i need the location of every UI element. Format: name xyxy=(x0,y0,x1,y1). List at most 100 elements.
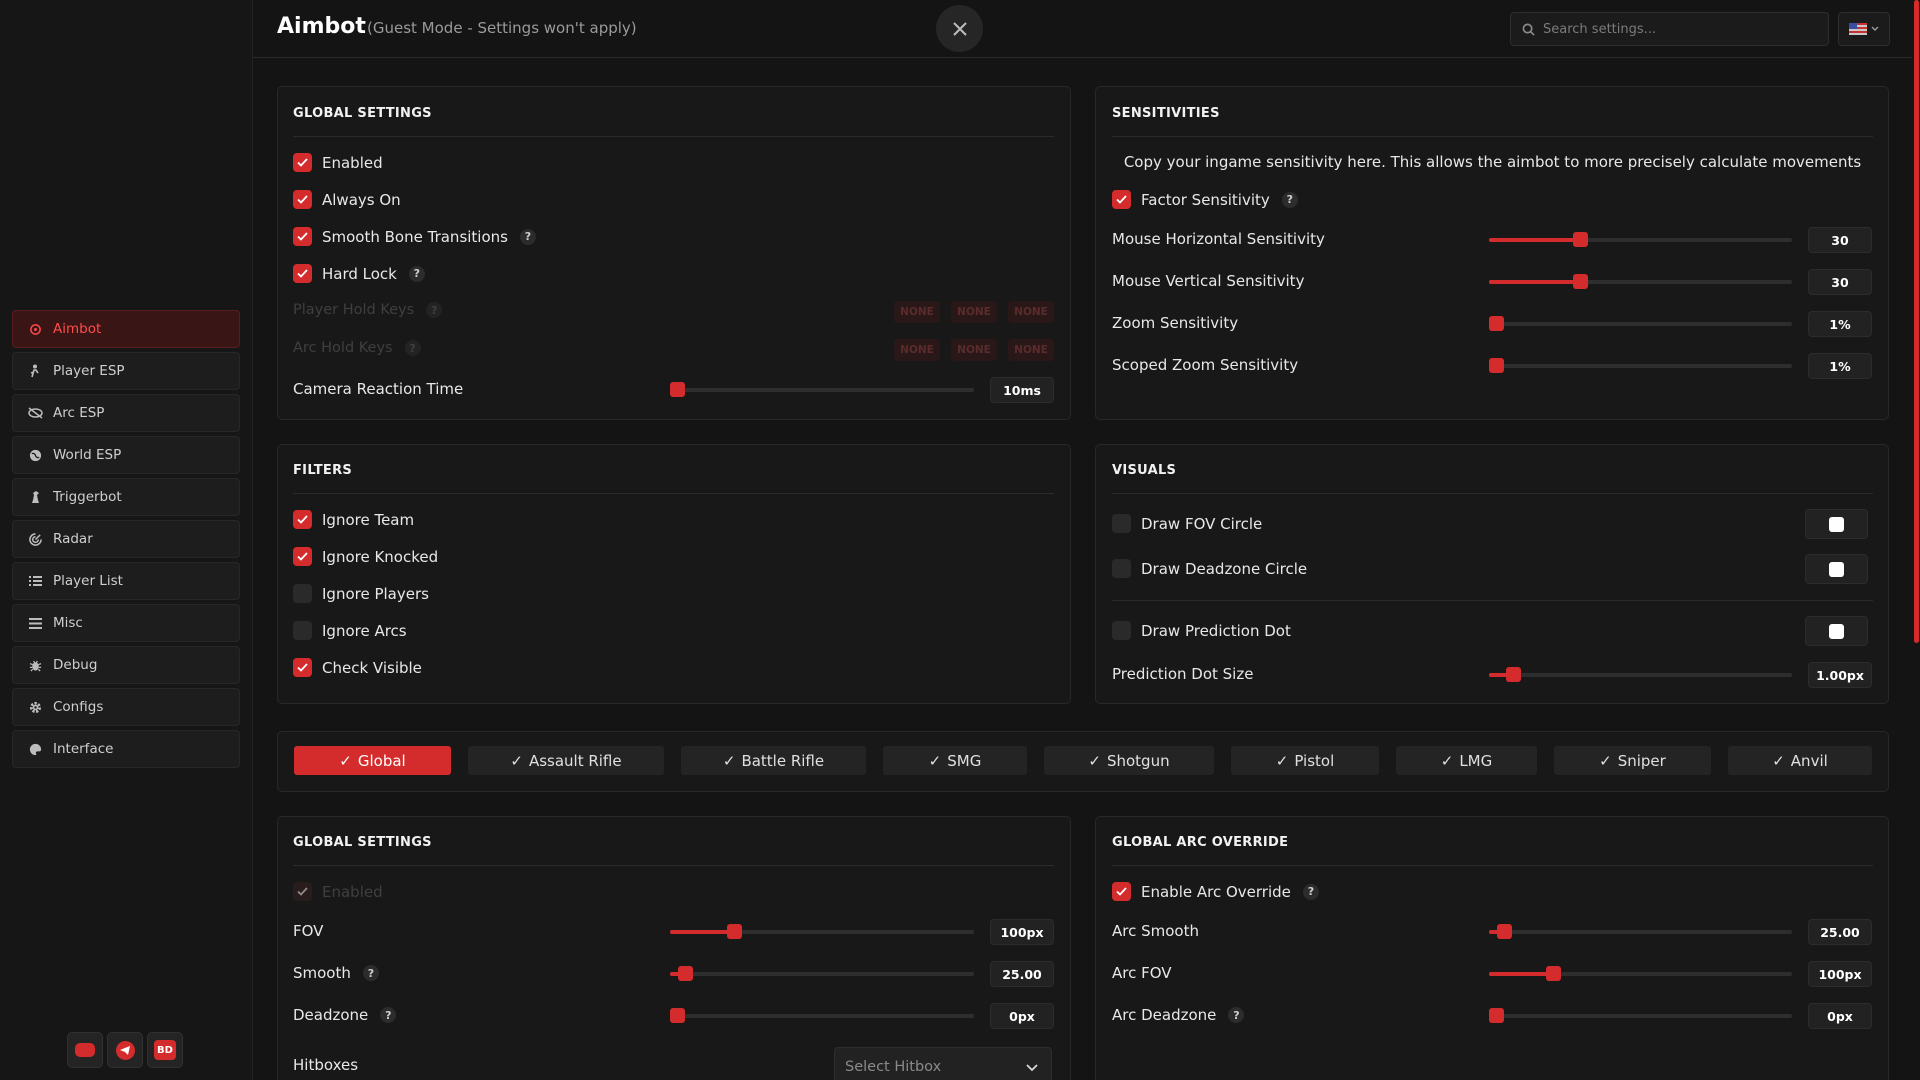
sidebar-item-interface[interactable]: Interface xyxy=(12,730,240,768)
slider-thumb[interactable] xyxy=(670,382,685,397)
sidebar-item-world-esp[interactable]: World ESP xyxy=(12,436,240,474)
slider-thumb[interactable] xyxy=(1489,316,1504,331)
sidebar-item-triggerbot[interactable]: Triggerbot xyxy=(12,478,240,516)
check-mark-icon: ✓ xyxy=(510,751,523,770)
arc-deadzone-slider[interactable] xyxy=(1489,1008,1792,1023)
deadzone-value[interactable]: 0px xyxy=(990,1003,1054,1029)
deadzone-slider[interactable] xyxy=(670,1008,974,1023)
arc-smooth-value[interactable]: 25.00 xyxy=(1808,919,1872,945)
key-bind[interactable]: NONE xyxy=(951,301,997,323)
arc-fov-label: Arc FOV xyxy=(1112,964,1172,982)
checkbox-box xyxy=(293,584,312,603)
sidebar-item-configs[interactable]: Configs xyxy=(12,688,240,726)
hitbox-select[interactable]: Select Hitbox xyxy=(834,1047,1052,1080)
close-button[interactable] xyxy=(936,5,983,52)
fov-value[interactable]: 100px xyxy=(990,919,1054,945)
scoped-zoom-value[interactable]: 1% xyxy=(1808,353,1872,379)
sidebar-item-arc-esp[interactable]: Arc ESP xyxy=(12,394,240,432)
key-bind[interactable]: NONE xyxy=(1008,301,1054,323)
ignore-knocked-checkbox[interactable]: Ignore Knocked xyxy=(293,547,438,566)
smooth-bone-transitions-checkbox[interactable]: Smooth Bone Transitions? xyxy=(293,227,536,246)
fov-color-picker[interactable] xyxy=(1805,509,1868,539)
help-icon[interactable]: ? xyxy=(380,1007,397,1023)
arc-deadzone-value[interactable]: 0px xyxy=(1808,1003,1872,1029)
ignore-players-checkbox[interactable]: Ignore Players xyxy=(293,584,429,603)
hard-lock-checkbox[interactable]: Hard Lock? xyxy=(293,264,425,283)
tab-shotgun[interactable]: ✓ Shotgun xyxy=(1044,746,1214,775)
slider-thumb[interactable] xyxy=(1489,358,1504,373)
tab-anvil[interactable]: ✓ Anvil xyxy=(1728,746,1872,775)
key-bind[interactable]: NONE xyxy=(894,301,940,323)
sidebar-item-misc[interactable]: Misc xyxy=(12,604,240,642)
ignore-arcs-checkbox[interactable]: Ignore Arcs xyxy=(293,621,407,640)
tab-lmg[interactable]: ✓ LMG xyxy=(1396,746,1537,775)
arc-fov-value[interactable]: 100px xyxy=(1808,961,1872,987)
help-icon[interactable]: ? xyxy=(519,228,536,245)
language-selector[interactable] xyxy=(1838,12,1890,46)
tab-sniper[interactable]: ✓ Sniper xyxy=(1554,746,1711,775)
zoom-sensitivity-slider[interactable] xyxy=(1489,316,1792,331)
camera-reaction-slider[interactable] xyxy=(670,382,974,397)
sidebar-item-player-list[interactable]: Player List xyxy=(12,562,240,600)
zoom-sensitivity-value[interactable]: 1% xyxy=(1808,311,1872,337)
enable-arc-override-checkbox[interactable]: Enable Arc Override? xyxy=(1112,882,1319,901)
slider-thumb[interactable] xyxy=(670,1008,685,1023)
draw-fov-circle-checkbox[interactable]: Draw FOV Circle xyxy=(1112,514,1262,533)
sidebar-item-debug[interactable]: Debug xyxy=(12,646,240,684)
tab-pistol[interactable]: ✓ Pistol xyxy=(1231,746,1379,775)
help-icon[interactable]: ? xyxy=(408,265,425,282)
help-icon[interactable]: ? xyxy=(362,965,379,981)
scrollbar-thumb[interactable] xyxy=(1914,0,1919,643)
mouse-vertical-value[interactable]: 30 xyxy=(1808,269,1872,295)
prediction-dot-size-value[interactable]: 1.00px xyxy=(1808,662,1872,688)
sidebar-item-player-esp[interactable]: Player ESP xyxy=(12,352,240,390)
draw-prediction-dot-checkbox[interactable]: Draw Prediction Dot xyxy=(1112,621,1291,640)
search-input[interactable] xyxy=(1543,21,1813,37)
slider-thumb[interactable] xyxy=(726,924,742,939)
bd-button[interactable]: BD xyxy=(147,1032,183,1068)
help-icon[interactable]: ? xyxy=(1281,191,1298,208)
slider-thumb[interactable] xyxy=(1489,1008,1504,1023)
mouse-horizontal-value[interactable]: 30 xyxy=(1808,227,1872,253)
deadzone-color-picker[interactable] xyxy=(1805,554,1868,584)
smooth-value[interactable]: 25.00 xyxy=(990,961,1054,987)
telegram-button[interactable] xyxy=(107,1032,143,1068)
camera-reaction-value[interactable]: 10ms xyxy=(990,377,1054,403)
check-visible-checkbox[interactable]: Check Visible xyxy=(293,658,422,677)
key-bind[interactable]: NONE xyxy=(1008,339,1054,361)
weapon-enabled-checkbox[interactable]: Enabled xyxy=(293,882,383,901)
sidebar-item-radar[interactable]: Radar xyxy=(12,520,240,558)
slider-thumb[interactable] xyxy=(1497,924,1513,939)
sidebar-item-aimbot[interactable]: Aimbot xyxy=(12,310,240,348)
search-box[interactable] xyxy=(1510,12,1829,46)
always-on-checkbox[interactable]: Always On xyxy=(293,190,401,209)
slider-thumb[interactable] xyxy=(1572,274,1588,289)
smooth-slider[interactable] xyxy=(670,966,974,981)
factor-sensitivity-checkbox[interactable]: Factor Sensitivity? xyxy=(1112,190,1298,209)
mouse-vertical-slider[interactable] xyxy=(1489,274,1792,289)
slider-thumb[interactable] xyxy=(678,966,694,981)
arc-smooth-slider[interactable] xyxy=(1489,924,1792,939)
arc-fov-slider[interactable] xyxy=(1489,966,1792,981)
tab-battle-rifle[interactable]: ✓ Battle Rifle xyxy=(681,746,866,775)
scoped-zoom-slider[interactable] xyxy=(1489,358,1792,373)
prediction-dot-color-picker[interactable] xyxy=(1805,616,1868,646)
mouse-vertical-label: Mouse Vertical Sensitivity xyxy=(1112,272,1305,290)
mouse-horizontal-slider[interactable] xyxy=(1489,232,1792,247)
key-bind[interactable]: NONE xyxy=(951,339,997,361)
key-bind[interactable]: NONE xyxy=(894,339,940,361)
enabled-checkbox[interactable]: Enabled xyxy=(293,153,383,172)
tab-smg[interactable]: ✓ SMG xyxy=(883,746,1027,775)
help-icon[interactable]: ? xyxy=(1228,1007,1245,1023)
help-icon[interactable]: ? xyxy=(1302,883,1319,900)
slider-thumb[interactable] xyxy=(1545,966,1561,981)
tab-assault-rifle[interactable]: ✓ Assault Rifle xyxy=(468,746,664,775)
tab-global[interactable]: ✓ Global xyxy=(294,746,451,775)
ignore-team-checkbox[interactable]: Ignore Team xyxy=(293,510,414,529)
draw-deadzone-circle-checkbox[interactable]: Draw Deadzone Circle xyxy=(1112,559,1307,578)
slider-thumb[interactable] xyxy=(1572,232,1588,247)
fov-slider[interactable] xyxy=(670,924,974,939)
discord-button[interactable] xyxy=(67,1032,103,1068)
slider-thumb[interactable] xyxy=(1506,667,1522,682)
prediction-dot-size-slider[interactable] xyxy=(1489,667,1792,682)
